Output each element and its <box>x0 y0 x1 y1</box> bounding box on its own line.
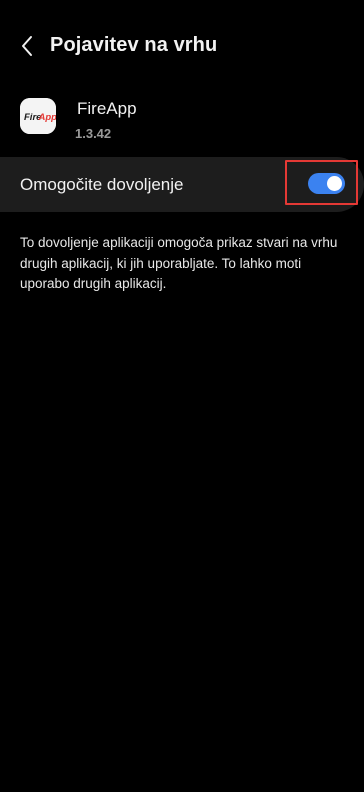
toggle-knob <box>327 176 342 191</box>
app-info: Fire App FireApp 1.3.42 <box>0 92 364 144</box>
back-button[interactable] <box>12 30 42 62</box>
permission-label: Omogočite dovoljenje <box>20 175 184 194</box>
page-title: Pojavitev na vrhu <box>50 34 218 56</box>
svg-text:App: App <box>38 112 57 123</box>
allow-permission-toggle[interactable] <box>308 173 345 194</box>
permission-description: To dovoljenje aplikaciji omogoča prikaz … <box>20 235 338 291</box>
fireapp-logo-icon: Fire App <box>20 98 56 134</box>
app-name: FireApp <box>77 99 137 118</box>
app-version: 1.3.42 <box>75 126 112 141</box>
chevron-left-icon <box>22 36 32 56</box>
app-bar: Pojavitev na vrhu <box>0 26 364 66</box>
